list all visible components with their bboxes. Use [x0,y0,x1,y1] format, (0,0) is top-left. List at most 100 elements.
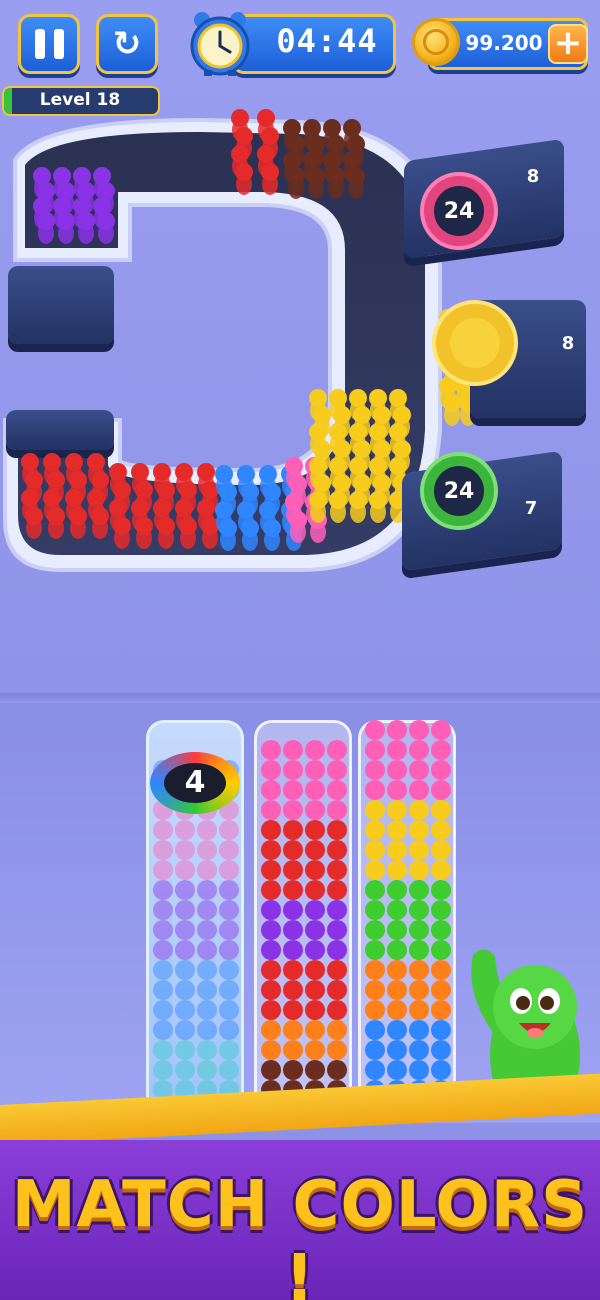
ball-blue [387,1020,407,1040]
ball-pink [283,800,303,820]
ball-blue [387,1040,407,1060]
ball-teal [153,1040,173,1060]
ball-blue [175,1000,195,1020]
ball-pink [175,860,195,880]
ball-purple [283,900,303,920]
ball-purple [153,940,173,960]
ball-orange [283,1040,303,1060]
ball-blue [197,1000,217,1020]
ball-orange [283,1020,303,1040]
ball-brown [327,1060,347,1080]
ball-blue [431,1060,451,1080]
ball-green [431,940,451,960]
ball-pink [261,740,281,760]
ball-orange [409,980,429,1000]
ball-pink [365,780,385,800]
ball-yellow [409,860,429,880]
ball-yellow [387,840,407,860]
ball-blue [219,1000,239,1020]
ball-green [365,880,385,900]
ball-purple [175,940,195,960]
ball-purple [197,940,217,960]
ball-red [305,1000,325,1020]
ball-red [327,820,347,840]
ball-brown [283,1060,303,1080]
ball-teal [197,1060,217,1080]
ball-orange [409,960,429,980]
ball-red [327,960,347,980]
ball-yellow [431,860,451,880]
ball-purple [327,920,347,940]
ball-green [431,880,451,900]
ball-purple [305,940,325,960]
ball-red [261,980,281,1000]
ball-red [283,840,303,860]
ball-pink [365,740,385,760]
ball-purple [153,920,173,940]
ball-orange [305,1040,325,1060]
ball-yellow [387,860,407,880]
ball-blue [431,1040,451,1060]
ball-orange [387,980,407,1000]
ball-pink [261,780,281,800]
ball-green [409,900,429,920]
ball-orange [261,1020,281,1040]
ball-pink [283,780,303,800]
ball-blue [365,1020,385,1040]
ball-red [327,860,347,880]
ball-pink [409,720,429,740]
ball-red [261,840,281,860]
ball-pink [305,760,325,780]
ball-pink [327,760,347,780]
ball-yellow [365,820,385,840]
ball-orange [305,1020,325,1040]
ball-orange [327,1020,347,1040]
ball-red [305,840,325,860]
ball-teal [153,1060,173,1080]
ball-red [261,1000,281,1020]
ball-purple [197,920,217,940]
ball-red [261,860,281,880]
ball-yellow [431,840,451,860]
ball-blue [153,980,173,1000]
ball-blue [175,960,195,980]
ball-blue [219,1020,239,1040]
ball-brown [261,1060,281,1080]
ball-pink [327,740,347,760]
ball-brown [305,1060,325,1080]
ball-pink [431,760,451,780]
ball-pink [219,820,239,840]
ball-green [409,880,429,900]
ball-purple [175,900,195,920]
ball-green [387,940,407,960]
ball-orange [387,960,407,980]
ball-orange [409,1000,429,1020]
ball-pink [261,760,281,780]
ball-red [283,880,303,900]
ball-red [327,840,347,860]
ball-red [261,960,281,980]
ball-green [365,940,385,960]
ball-yellow [409,800,429,820]
ball-pink [197,840,217,860]
ball-pink [365,720,385,740]
ball-red [283,860,303,880]
ball-blue [197,960,217,980]
ball-red [283,960,303,980]
ball-pink [197,820,217,840]
ball-red [305,820,325,840]
ball-blue [175,1020,195,1040]
ball-purple [283,920,303,940]
ball-red [283,820,303,840]
ball-pink [387,740,407,760]
banner-title: MATCH COLORS ! [11,1168,589,1300]
ball-purple [327,940,347,960]
ball-teal [197,1040,217,1060]
ball-yellow [365,840,385,860]
ball-pink [327,780,347,800]
ball-orange [327,1040,347,1060]
ball-pink [431,780,451,800]
ball-blue [175,980,195,1000]
ball-teal [219,1040,239,1060]
ball-red [327,1000,347,1020]
